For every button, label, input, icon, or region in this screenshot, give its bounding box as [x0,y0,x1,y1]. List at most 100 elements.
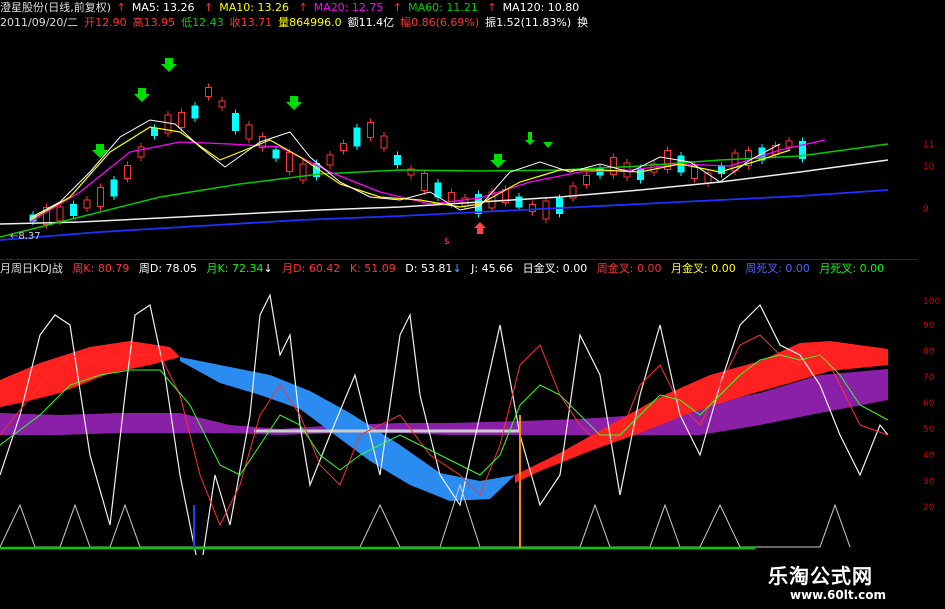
candle-body [137,146,145,158]
week-kdj-band [0,341,180,407]
candle-body [353,127,361,147]
stock-name: 澄星股份(日线,前复权) [0,1,112,14]
turnover-value: 振1.52(11.83%) [485,16,572,29]
month-golden-cross: 月金叉: 0.00 [671,262,736,275]
day-d-arrow-icon: ↓ [452,262,462,275]
candle-body [191,105,199,119]
candle-body [394,155,401,165]
kdj-tick: 50 [923,425,935,435]
candle-body [367,122,374,138]
candle-body [83,199,91,209]
green-down-arrow-icon [92,58,553,168]
kdj-indicator-chart[interactable] [0,275,918,555]
price-tick: 11 [923,140,935,150]
kdj-title: 月周日KDJ战 [0,262,63,275]
kdj-tick: 30 [923,477,935,487]
month-k-arrow-icon: ↓ [263,262,273,275]
price-tick: 10 [923,162,935,172]
month-d: 月D: 60.42 [282,262,341,275]
turnover-label: 换 [577,16,589,29]
kdj-tick: 20 [923,503,935,513]
price-tick: 9 [923,204,929,214]
candle-body [124,165,131,179]
candle-body [232,113,239,131]
pane-separator[interactable] [0,259,918,260]
high-value: 高13.95 [132,16,176,29]
candle-body [218,100,226,108]
candle-body [326,154,334,166]
ma20-arrow-icon: ↑ [298,1,308,14]
candle-body [151,128,158,136]
ma5-arrow-icon: ↑ [116,1,126,14]
price-candlestick-chart[interactable]: ←8.37 $ [0,32,918,258]
blue-ma-line [0,189,889,241]
candle-body [70,204,77,216]
ma10-arrow-icon: ↑ [204,1,214,14]
kdj-header: 月周日KDJ战 周K: 80.79 周D: 78.05 月K: 72.34↓ 月… [0,262,890,276]
watermark-title: 乐淘公式网 [768,564,873,588]
candle-body [610,157,617,175]
week-k: 周K: 80.79 [72,262,130,275]
ma5-value: MA5: 13.26 [131,1,195,14]
low-price-marker: ←8.37 [10,231,41,242]
kdj-tick: 90 [923,321,935,331]
change-value: 幅0.86(6.69%) [400,16,480,29]
open-value: 开12.90 [84,16,127,29]
close-value: 收13.71 [229,16,273,29]
candle-body [434,182,442,198]
candle-body [272,149,280,159]
kdj-tick: 70 [923,373,935,383]
price-header-row1: 澄星股份(日线,前复权) ↑ MA5: 13.26 ↑ MA10: 13.26 ↑ M… [0,1,585,15]
ma20-value: MA20: 12.75 [313,1,384,14]
candle-body [299,163,307,181]
candle-body [556,198,563,214]
candle-body [542,200,550,220]
candle-body [380,135,388,149]
candle-body [583,175,590,185]
candle-body [178,112,185,128]
candle-body [205,87,212,97]
red-up-arrow-icon [474,222,486,234]
volume-value: 量864996.0 [278,16,342,29]
day-j: J: 45.66 [471,262,514,275]
price-header-row2: 2011/09/20/二 开12.90 高13.95 低12.43 收13.71 量864… [0,16,594,30]
candle-body [97,187,104,207]
kdj-axis: 100 90 80 70 60 50 40 30 20 [919,275,945,555]
kdj-tick: 40 [923,451,935,461]
candles [29,83,806,229]
day-d: D: 53.81 [405,262,453,275]
candle-body [529,204,536,212]
candle-body [286,152,293,172]
month-death-cross: 月死叉: 0.00 [819,262,885,275]
day-golden-cross: 日金叉: 0.00 [522,262,588,275]
kdj-tick: 60 [923,399,935,409]
candle-body [340,143,347,151]
candle-body [110,179,118,197]
watermark-url: www.60lt.com [790,588,887,602]
baseline-spikes [0,483,851,548]
week-d: 周D: 78.05 [138,262,198,275]
candle-body [56,206,64,222]
week-death-cross: 周死叉: 0.00 [745,262,810,275]
bar-date: 2011/09/20/二 [0,16,79,29]
ma120-arrow-icon: ↑ [487,1,497,14]
candle-body [421,173,428,191]
kdj-tick: 80 [923,347,935,357]
amount-value: 额11.4亿 [347,16,395,29]
s-marker: $ [444,237,450,247]
candle-body [637,168,644,180]
week-golden-cross: 周金叉: 0.00 [596,262,662,275]
low-value: 低12.43 [181,16,224,29]
day-k: K: 51.09 [349,262,396,275]
candle-body [515,196,523,208]
candle-body [785,140,793,148]
price-axis: 11 10 9 [919,32,945,258]
month-k: 月K: 72.34 [206,262,264,275]
ma120-value: MA120: 10.80 [502,1,580,14]
ma10-value: MA10: 13.26 [219,1,289,14]
ma60-arrow-icon: ↑ [392,1,403,14]
ma60-value: MA60: 11.21 [408,1,478,14]
kdj-tick: 100 [923,297,941,307]
candle-body [245,124,253,140]
kdj-stock-chart-window: 澄星股份(日线,前复权) ↑ MA5: 13.26 ↑ MA10: 13.26 ↑ M… [0,0,945,609]
